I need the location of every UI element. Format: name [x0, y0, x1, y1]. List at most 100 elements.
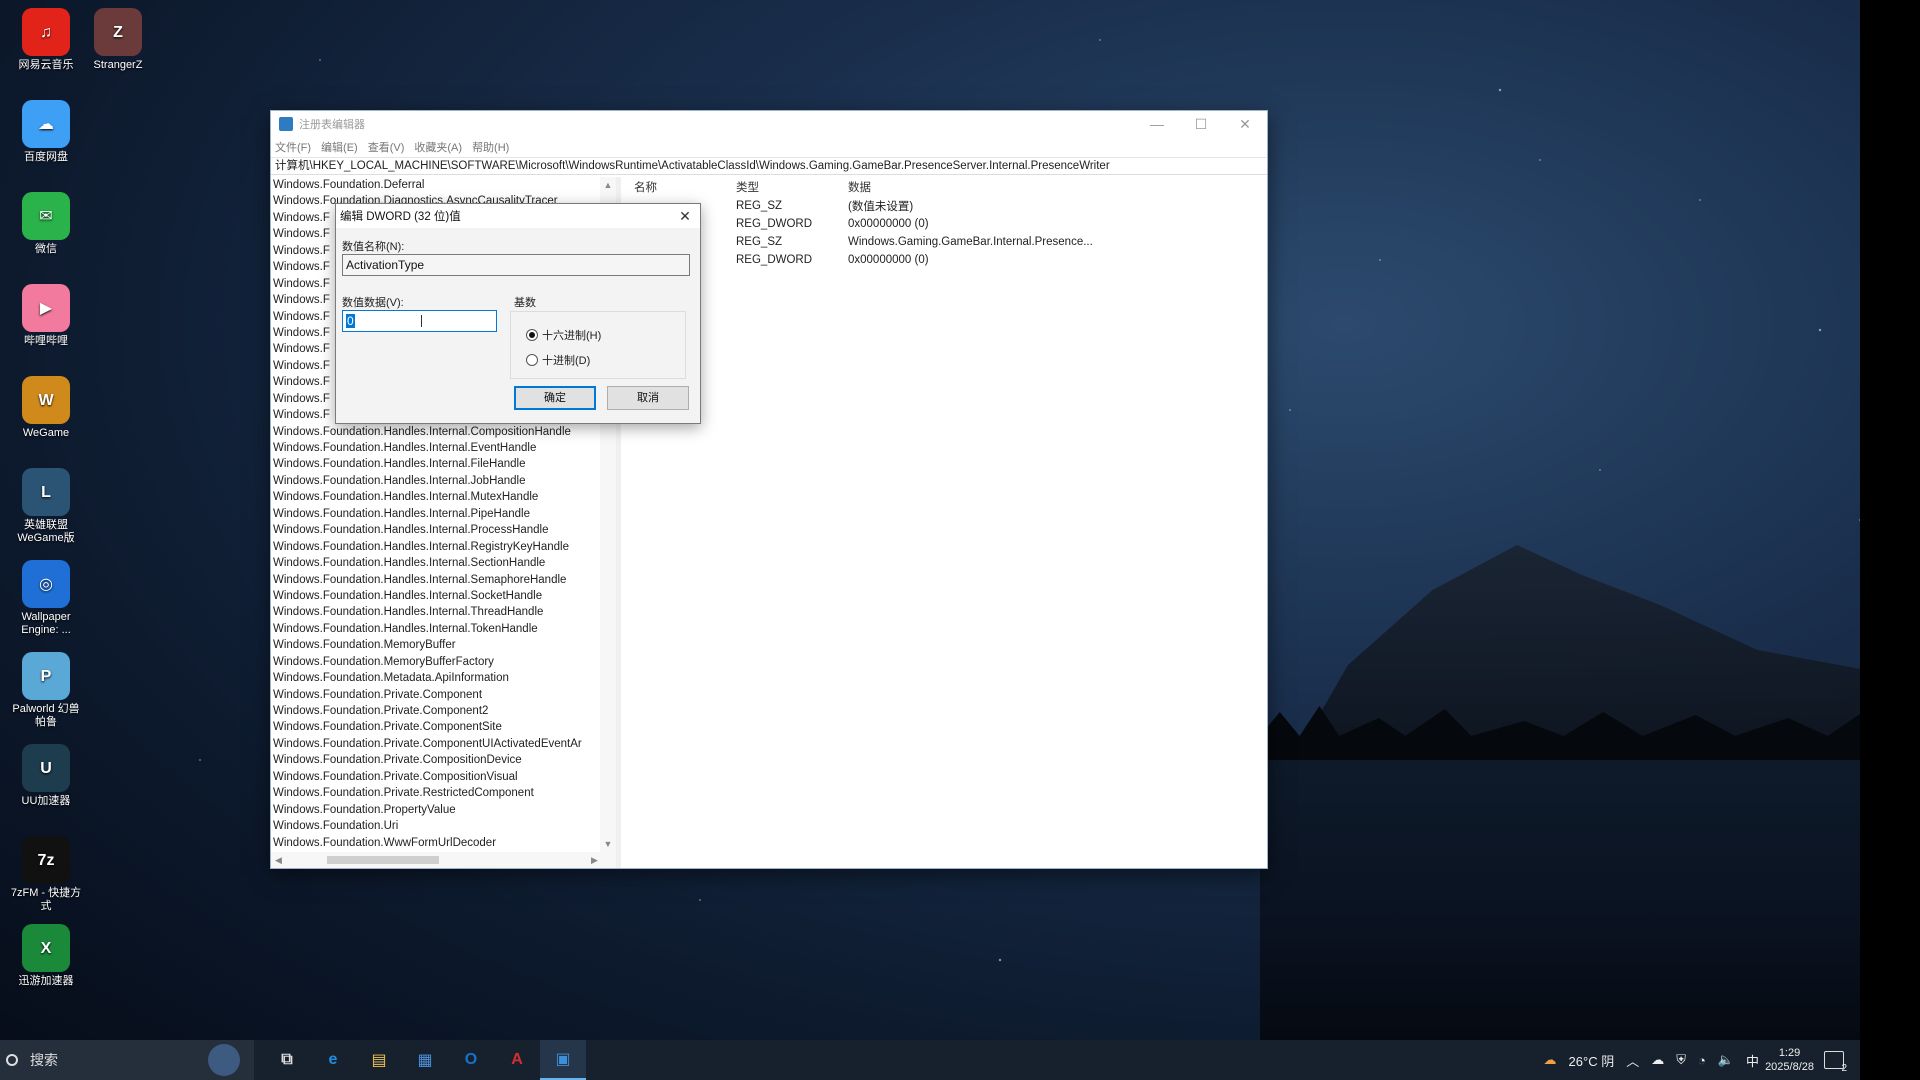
desktop-icon-xunyou[interactable]: X 迅游加速器 — [8, 924, 84, 988]
tree-item[interactable]: Windows.Foundation.Private.CompositionVi… — [273, 769, 616, 785]
scroll-down-icon[interactable]: ▼ — [600, 836, 616, 852]
desktop-icon-league[interactable]: L 英雄联盟 WeGame版 — [8, 468, 84, 545]
tree-item[interactable]: Windows.Foundation.Handles.Internal.Pipe… — [273, 506, 616, 522]
tree-item[interactable]: Windows.Foundation.Private.ComponentUIAc… — [273, 736, 616, 752]
column-type[interactable]: 类型 — [736, 179, 848, 195]
scroll-right-icon[interactable]: ▶ — [591, 852, 598, 868]
tree-item[interactable]: Windows.Foundation.Handles.Internal.Regi… — [273, 539, 616, 555]
tray-overflow-icon[interactable]: ︿ — [1626, 1051, 1639, 1070]
weather-icon[interactable]: ☁ — [1544, 1052, 1557, 1068]
column-name[interactable]: 名称 — [626, 179, 736, 195]
desktop-icon-wallpaper-engine[interactable]: ◎ Wallpaper Engine: ... — [8, 560, 84, 637]
taskbar-app-file-explorer[interactable]: ▤ — [356, 1040, 402, 1080]
value-row[interactable]: REG_SZ (数值未设置) — [626, 197, 1267, 215]
outlook-icon: O — [464, 1051, 478, 1068]
taskbar-app-outlook[interactable]: O — [448, 1040, 494, 1080]
netease-music-icon: ♫ — [22, 8, 70, 56]
value-data-field[interactable]: 0 — [342, 310, 497, 332]
hex-radio[interactable]: 十六进制(H) — [526, 327, 601, 343]
desktop-icon-palworld[interactable]: P Palworld 幻兽帕鲁 — [8, 652, 84, 729]
tree-item[interactable]: Windows.Foundation.Private.ComponentSite — [273, 719, 616, 735]
dec-radio-button[interactable] — [526, 354, 538, 366]
tree-item[interactable]: Windows.Foundation.Handles.Internal.Sema… — [273, 572, 616, 588]
maximize-button[interactable]: ☐ — [1179, 111, 1223, 137]
desktop-icon-wechat[interactable]: ✉ 微信 — [8, 192, 84, 256]
value-row[interactable]: TypeREG_DWORD0x00000000 (0) — [626, 215, 1267, 233]
weather-text[interactable]: 26°C 阴 — [1569, 1051, 1615, 1070]
desktop-icon-label: 微信 — [35, 243, 57, 255]
tree-item[interactable]: Windows.Foundation.Private.RestrictedCom… — [273, 785, 616, 801]
menu-file[interactable]: 文件(F) — [275, 139, 311, 155]
tree-horizontal-scrollbar[interactable]: ◀ ▶ — [271, 852, 616, 868]
dec-radio[interactable]: 十进制(D) — [526, 352, 590, 368]
taskbar-search[interactable]: 搜索 — [0, 1040, 254, 1080]
tree-item[interactable]: Windows.Foundation.MemoryBufferFactory — [273, 654, 616, 670]
tree-item[interactable]: Windows.Foundation.Handles.Internal.Mute… — [273, 489, 616, 505]
desktop-icon-netease-music[interactable]: ♫ 网易云音乐 — [8, 8, 84, 72]
tree-item[interactable]: Windows.Foundation.Handles.Internal.File… — [273, 456, 616, 472]
regedit-icon: ▣ — [555, 1051, 571, 1068]
value-row[interactable]: REG_DWORD 0x00000000 (0) — [626, 251, 1267, 269]
menu-view[interactable]: 查看(V) — [368, 139, 405, 155]
radio-selected-dot — [529, 332, 535, 338]
tree-item[interactable]: Windows.Foundation.Handles.Internal.Toke… — [273, 621, 616, 637]
window-titlebar[interactable]: 注册表编辑器 — ☐ ✕ — [271, 111, 1267, 137]
value-data: Windows.Gaming.GameBar.Internal.Presence… — [848, 236, 1093, 248]
tree-item[interactable]: Windows.Foundation.Uri — [273, 818, 616, 834]
column-data[interactable]: 数据 — [848, 179, 1267, 195]
bilibili-icon: ▶ — [22, 284, 70, 332]
network-icon[interactable]: ◔ — [1698, 1053, 1706, 1068]
volume-icon[interactable]: 🔈 — [1718, 1052, 1734, 1068]
tree-item[interactable]: Windows.Foundation.Handles.Internal.Comp… — [273, 424, 616, 440]
dialog-close-icon[interactable]: ✕ — [670, 208, 700, 225]
clock[interactable]: 1:29 2025/8/28 — [1765, 1046, 1814, 1074]
ok-button[interactable]: 确定 — [514, 386, 596, 410]
tree-item[interactable]: Windows.Foundation.MemoryBuffer — [273, 637, 616, 653]
desktop-icon-bilibili[interactable]: ▶ 哔哩哔哩 — [8, 284, 84, 348]
hex-radio-button[interactable] — [526, 329, 538, 341]
tree-item[interactable]: Windows.Foundation.WwwFormUrlDecoder — [273, 835, 616, 851]
desktop-icon-wegame[interactable]: W WeGame — [8, 376, 84, 440]
tree-item[interactable]: Windows.Foundation.Private.Component2 — [273, 703, 616, 719]
tree-item[interactable]: Windows.Foundation.Handles.Internal.Sock… — [273, 588, 616, 604]
tree-item[interactable]: Windows.Foundation.Handles.Internal.JobH… — [273, 473, 616, 489]
value-row[interactable]: REG_SZ Windows.Gaming.GameBar.Internal.Pr… — [626, 233, 1267, 251]
tree-item[interactable]: Windows.Foundation.Private.CompositionDe… — [273, 752, 616, 768]
cancel-button[interactable]: 取消 — [607, 386, 689, 410]
horizontal-scroll-thumb[interactable] — [327, 856, 439, 864]
onedrive-icon[interactable]: ☁ — [1651, 1052, 1664, 1068]
tree-item[interactable]: Windows.Foundation.Handles.Internal.Even… — [273, 440, 616, 456]
desktop-icon-strangerz[interactable]: Z StrangerZ — [80, 8, 156, 72]
minimize-button[interactable]: — — [1135, 111, 1179, 137]
tree-item[interactable]: Windows.Foundation.Deferral — [273, 177, 616, 193]
tree-item[interactable]: Windows.Foundation.PropertyValue — [273, 802, 616, 818]
taskbar-app-regedit[interactable]: ▣ — [540, 1040, 586, 1080]
desktop-icon-label: 百度网盘 — [24, 151, 68, 163]
desktop-icon-7zip[interactable]: 7z 7zFM - 快捷方式 — [8, 836, 84, 913]
value-name-field[interactable]: ActivationType — [342, 254, 690, 276]
value-name-label: 数值名称(N): — [342, 241, 405, 253]
tree-item[interactable]: Windows.Foundation.Metadata.ApiInformati… — [273, 670, 616, 686]
close-button[interactable]: ✕ — [1223, 111, 1267, 137]
tree-item[interactable]: Windows.Foundation.Private.Component — [273, 687, 616, 703]
menu-favorites[interactable]: 收藏夹(A) — [414, 139, 462, 155]
ime-indicator[interactable]: 中 — [1746, 1051, 1759, 1070]
tree-item[interactable]: Windows.Foundation.Handles.Internal.Thre… — [273, 604, 616, 620]
taskbar-app-edge[interactable]: e — [310, 1040, 356, 1080]
desktop-icon-label: WeGame — [22, 427, 70, 439]
menu-edit[interactable]: 编辑(E) — [321, 139, 358, 155]
taskbar-app-microsoft-store[interactable]: ▦ — [402, 1040, 448, 1080]
tree-item[interactable]: Windows.Foundation.Handles.Internal.Sect… — [273, 555, 616, 571]
address-bar[interactable]: 计算机\HKEY_LOCAL_MACHINE\SOFTWARE\Microsof… — [271, 157, 1267, 175]
dialog-titlebar[interactable]: 编辑 DWORD (32 位)值 ✕ — [336, 204, 700, 228]
taskbar-app-acrobat[interactable]: A — [494, 1040, 540, 1080]
menu-help[interactable]: 帮助(H) — [472, 139, 509, 155]
scroll-up-icon[interactable]: ▲ — [600, 177, 616, 193]
notification-center-icon[interactable]: 2 — [1824, 1051, 1847, 1074]
desktop-icon-baidu-netdisk[interactable]: ☁ 百度网盘 — [8, 100, 84, 164]
desktop-icon-uu-accelerator[interactable]: U UU加速器 — [8, 744, 84, 808]
taskbar-app-task-view[interactable]: ⧉ — [264, 1040, 310, 1080]
security-icon[interactable]: ⛨ — [1676, 1052, 1686, 1068]
scroll-left-icon[interactable]: ◀ — [275, 852, 282, 868]
tree-item[interactable]: Windows.Foundation.Handles.Internal.Proc… — [273, 522, 616, 538]
